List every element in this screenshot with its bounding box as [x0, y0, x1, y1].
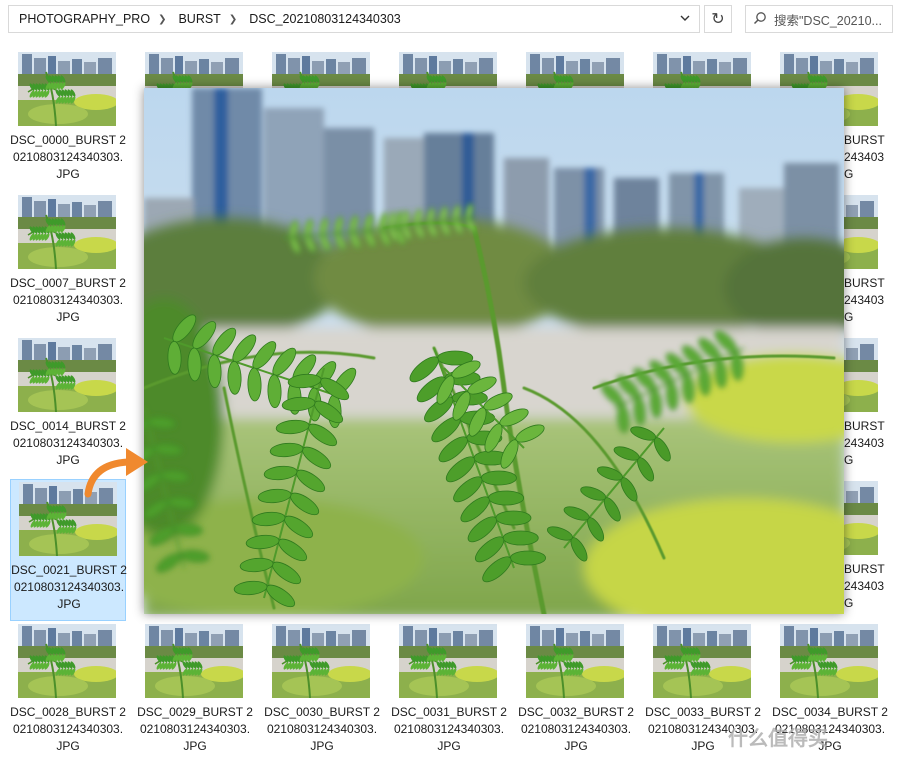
file-name: DSC_0030_BURST 20210803124340303.JPG — [264, 705, 380, 753]
preview-image — [144, 88, 844, 614]
file-thumbnail — [844, 52, 878, 126]
breadcrumb-item[interactable]: BURST — [168, 12, 226, 26]
file-name-fragment: BURST — [844, 133, 885, 147]
file-item[interactable] — [137, 50, 253, 90]
file-name-fragment: G — [844, 596, 854, 610]
file-thumbnail — [272, 624, 370, 698]
thumbnail-image — [526, 624, 624, 698]
refresh-button[interactable]: ↻ — [704, 5, 732, 33]
thumbnail-image — [399, 624, 497, 698]
file-thumbnail — [844, 195, 878, 269]
file-item-partial[interactable]: BURST 243403 G — [844, 336, 900, 478]
file-item[interactable]: DSC_0028_BURST 20210803124340303.JPG — [10, 622, 126, 764]
file-name-fragment: G — [844, 310, 854, 324]
file-name: DSC_0029_BURST 20210803124340303.JPG — [137, 705, 253, 753]
file-name-fragment: G — [844, 453, 854, 467]
file-name: DSC_0021_BURST 20210803124340303.JPG — [11, 563, 127, 611]
search-placeholder: 搜索"DSC_20210... — [774, 13, 882, 28]
thumbnail-image — [272, 624, 370, 698]
file-thumbnail — [145, 52, 243, 90]
file-thumbnail — [272, 52, 370, 90]
file-name: DSC_0028_BURST 20210803124340303.JPG — [10, 705, 126, 753]
file-name: DSC_0031_BURST 20210803124340303.JPG — [391, 705, 507, 753]
file-name-fragment: 243403 — [844, 579, 885, 593]
file-thumbnail — [399, 624, 497, 698]
file-thumbnail — [653, 624, 751, 698]
file-item[interactable]: DSC_0007_BURST 20210803124340303.JPG — [10, 193, 126, 335]
breadcrumb-separator-icon: ❯ — [158, 13, 167, 25]
file-name-fragment: G — [844, 167, 854, 181]
thumbnail-image — [145, 52, 243, 90]
watermark-logo: 什么值得买 — [728, 728, 828, 750]
file-item[interactable]: DSC_0030_BURST 20210803124340303.JPG — [264, 622, 380, 764]
thumbnail-image — [18, 338, 116, 412]
file-item[interactable]: DSC_0000_BURST 20210803124340303.JPG — [10, 50, 126, 192]
file-item[interactable]: DSC_0031_BURST 20210803124340303.JPG — [391, 622, 507, 764]
file-name: DSC_0032_BURST 20210803124340303.JPG — [518, 705, 634, 753]
thumbnail-image — [653, 624, 751, 698]
file-item[interactable]: DSC_0029_BURST 20210803124340303.JPG — [137, 622, 253, 764]
file-thumbnail — [145, 624, 243, 698]
file-item[interactable] — [264, 50, 380, 90]
thumbnail-image — [844, 52, 878, 126]
thumbnail-image — [844, 195, 878, 269]
breadcrumb-separator-icon: ❯ — [228, 13, 238, 25]
breadcrumb-item[interactable]: DSC_20210803124340303 — [239, 12, 407, 26]
thumbnail-image — [18, 52, 116, 126]
file-name-fragment: BURST — [844, 276, 885, 290]
file-name: DSC_0000_BURST 20210803124340303.JPG — [10, 133, 126, 181]
thumbnail-image — [844, 481, 878, 555]
file-item-partial[interactable]: BURST 243403 G — [844, 479, 900, 621]
file-item[interactable] — [518, 50, 634, 90]
file-thumbnail — [18, 195, 116, 269]
file-item-partial[interactable]: BURST 243403 G — [844, 50, 900, 192]
thumbnail-image — [272, 52, 370, 90]
file-thumbnail — [653, 52, 751, 90]
file-thumbnail — [844, 338, 878, 412]
file-item-partial[interactable]: BURST 243403 G — [844, 193, 900, 335]
thumbnail-image — [18, 624, 116, 698]
file-name-fragment: 243403 — [844, 150, 885, 164]
photo-preview — [144, 88, 844, 614]
file-name: DSC_0007_BURST 20210803124340303.JPG — [10, 276, 126, 324]
breadcrumb-item[interactable]: PHOTOGRAPHY_PRO — [9, 12, 156, 26]
file-name-fragment: 243403 — [844, 293, 885, 307]
search-input[interactable]: 搜索"DSC_20210... — [745, 5, 893, 33]
thumbnail-image — [145, 624, 243, 698]
curved-arrow-icon — [84, 448, 148, 498]
file-name-fragment: 243403 — [844, 436, 885, 450]
file-thumbnail — [399, 52, 497, 90]
file-thumbnail — [780, 624, 878, 698]
file-name-fragment: BURST — [844, 419, 885, 433]
file-thumbnail — [526, 624, 624, 698]
file-item[interactable] — [645, 50, 761, 90]
thumbnail-image — [780, 624, 878, 698]
file-thumbnail — [18, 624, 116, 698]
file-thumbnail — [18, 52, 116, 126]
thumbnail-image — [18, 195, 116, 269]
thumbnail-image — [399, 52, 497, 90]
file-item[interactable]: DSC_0032_BURST 20210803124340303.JPG — [518, 622, 634, 764]
thumbnail-image — [653, 52, 751, 90]
chevron-down-icon[interactable] — [679, 11, 691, 25]
file-thumbnail — [18, 338, 116, 412]
thumbnail-image — [526, 52, 624, 90]
file-item[interactable]: DSC_0021_BURST 20210803124340303.JPG — [10, 479, 127, 621]
file-name-fragment: BURST — [844, 562, 885, 576]
file-thumbnail — [526, 52, 624, 90]
thumbnail-image — [844, 338, 878, 412]
refresh-icon: ↻ — [711, 11, 725, 28]
address-bar[interactable]: PHOTOGRAPHY_PRO ❯ BURST ❯ DSC_2021080312… — [8, 5, 700, 33]
file-item[interactable] — [391, 50, 507, 90]
file-thumbnail — [844, 481, 878, 555]
search-icon — [746, 11, 774, 28]
